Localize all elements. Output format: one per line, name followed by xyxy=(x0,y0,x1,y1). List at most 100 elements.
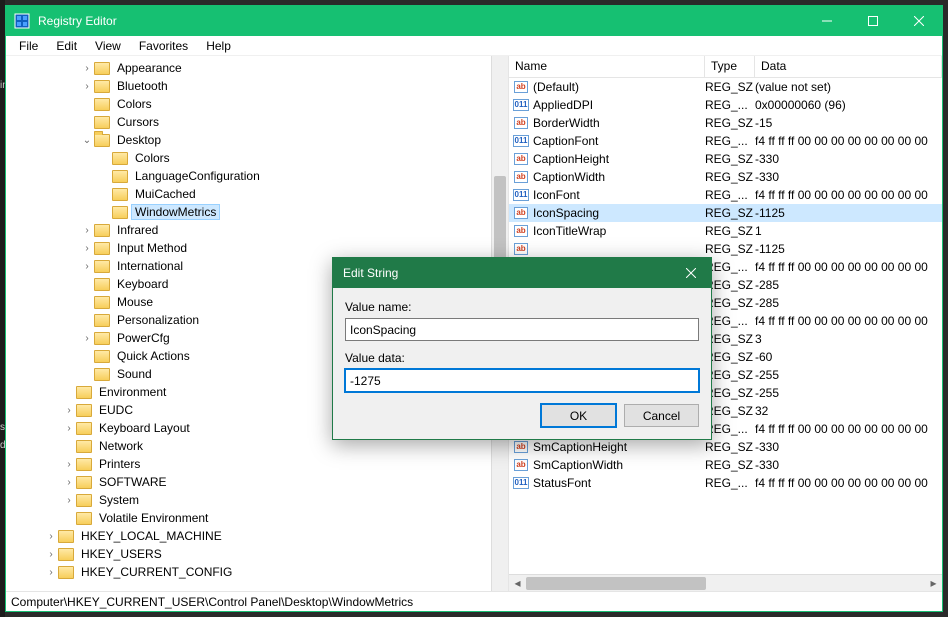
regedit-icon xyxy=(14,13,30,29)
tree-item[interactable]: ⌄Desktop xyxy=(6,131,508,149)
tree-item-label: PowerCfg xyxy=(114,331,173,345)
titlebar[interactable]: Registry Editor xyxy=(6,6,942,36)
value-data: f4 ff ff ff 00 00 00 00 00 00 00 00 xyxy=(755,260,942,274)
value-name: BorderWidth xyxy=(533,116,705,130)
chevron-right-icon[interactable]: › xyxy=(44,547,58,561)
value-type: REG_SZ xyxy=(705,224,755,238)
tree-item[interactable]: › HKEY_USERS xyxy=(6,545,508,563)
string-value-icon: ab xyxy=(513,457,529,473)
binary-value-icon: 011 xyxy=(513,97,529,113)
value-row[interactable]: abBorderWidthREG_SZ-15 xyxy=(509,114,942,132)
chevron-right-icon[interactable]: › xyxy=(80,241,94,255)
tree-item[interactable]: › Infrared xyxy=(6,221,508,239)
chevron-down-icon[interactable]: ⌄ xyxy=(80,133,94,147)
value-row[interactable]: ab(Default)REG_SZ(value not set) xyxy=(509,78,942,96)
tree-item[interactable]: ›System xyxy=(6,491,508,509)
string-value-icon: ab xyxy=(513,169,529,185)
dialog-close-button[interactable] xyxy=(671,258,711,288)
chevron-right-icon[interactable]: › xyxy=(44,565,58,579)
tree-item[interactable]: Volatile Environment xyxy=(6,509,508,527)
column-data[interactable]: Data xyxy=(755,56,942,77)
minimize-button[interactable] xyxy=(804,6,850,36)
value-type: REG_... xyxy=(705,134,755,148)
value-row[interactable]: abCaptionHeightREG_SZ-330 xyxy=(509,150,942,168)
chevron-right-icon[interactable]: › xyxy=(80,79,94,93)
chevron-right-icon[interactable]: › xyxy=(80,61,94,75)
column-type[interactable]: Type xyxy=(705,56,755,77)
value-type: REG_SZ xyxy=(705,170,755,184)
values-h-scrollbar[interactable]: ◂ ▸ xyxy=(509,574,942,591)
menu-edit[interactable]: Edit xyxy=(48,37,85,55)
scroll-right-icon[interactable]: ▸ xyxy=(925,575,942,592)
value-name: CaptionHeight xyxy=(533,152,705,166)
tree-item[interactable]: Cursors xyxy=(6,113,508,131)
cancel-button[interactable]: Cancel xyxy=(624,404,699,427)
tree-item-label: Network xyxy=(96,439,146,453)
h-scrollbar-thumb[interactable] xyxy=(526,577,706,590)
value-type: REG_SZ xyxy=(705,350,755,364)
chevron-right-icon[interactable]: › xyxy=(80,331,94,345)
value-row[interactable]: abSmCaptionHeightREG_SZ-330 xyxy=(509,438,942,456)
value-name-input[interactable] xyxy=(345,318,699,341)
value-row[interactable]: 011CaptionFontREG_...f4 ff ff ff 00 00 0… xyxy=(509,132,942,150)
maximize-button[interactable] xyxy=(850,6,896,36)
column-name[interactable]: Name xyxy=(509,56,705,77)
folder-icon xyxy=(94,350,110,363)
value-row[interactable]: 011IconFontREG_...f4 ff ff ff 00 00 00 0… xyxy=(509,186,942,204)
menu-help[interactable]: Help xyxy=(198,37,239,55)
folder-icon xyxy=(76,404,92,417)
tree-item[interactable]: ›HKEY_CURRENT_CONFIG xyxy=(6,563,508,581)
value-row[interactable]: 011StatusFontREG_...f4 ff ff ff 00 00 00… xyxy=(509,474,942,492)
tree-item[interactable]: ›Appearance xyxy=(6,59,508,77)
tree-item-label: Sound xyxy=(114,367,155,381)
menu-view[interactable]: View xyxy=(87,37,129,55)
tree-item-label: HKEY_USERS xyxy=(78,547,165,561)
value-data-input[interactable] xyxy=(345,369,699,392)
expand-placeholder xyxy=(62,511,76,525)
value-row[interactable]: abSmCaptionWidthREG_SZ-330 xyxy=(509,456,942,474)
tree-item-label: Infrared xyxy=(114,223,161,237)
chevron-right-icon[interactable]: › xyxy=(62,457,76,471)
dialog-titlebar[interactable]: Edit String xyxy=(333,258,711,288)
chevron-right-icon[interactable]: › xyxy=(62,493,76,507)
chevron-right-icon[interactable]: › xyxy=(62,475,76,489)
value-data: -255 xyxy=(755,386,942,400)
chevron-right-icon[interactable]: › xyxy=(80,259,94,273)
value-type: REG_SZ xyxy=(705,80,755,94)
value-row[interactable]: abIconTitleWrapREG_SZ1 xyxy=(509,222,942,240)
value-row[interactable]: abIconSpacingREG_SZ-1125 xyxy=(509,204,942,222)
menu-favorites[interactable]: Favorites xyxy=(131,37,196,55)
tree-item[interactable]: ›Bluetooth xyxy=(6,77,508,95)
value-row[interactable]: abCaptionWidthREG_SZ-330 xyxy=(509,168,942,186)
tree-item[interactable]: LanguageConfiguration xyxy=(6,167,508,185)
value-row[interactable]: abREG_SZ-1125 xyxy=(509,240,942,258)
expand-placeholder xyxy=(80,313,94,327)
tree-item[interactable]: ›SOFTWARE xyxy=(6,473,508,491)
folder-icon xyxy=(94,332,110,345)
tree-item[interactable]: ›HKEY_LOCAL_MACHINE xyxy=(6,527,508,545)
tree-item-label: Personalization xyxy=(114,313,202,327)
value-name: IconFont xyxy=(533,188,705,202)
tree-item-label: EUDC xyxy=(96,403,136,417)
close-button[interactable] xyxy=(896,6,942,36)
string-value-icon: ab xyxy=(513,79,529,95)
tree-item[interactable]: MuiCached xyxy=(6,185,508,203)
tree-item[interactable]: Colors xyxy=(6,95,508,113)
chevron-right-icon[interactable]: › xyxy=(44,529,58,543)
value-row[interactable]: 011AppliedDPIREG_...0x00000060 (96) xyxy=(509,96,942,114)
folder-icon xyxy=(58,548,74,561)
tree-item[interactable]: Colors xyxy=(6,149,508,167)
menu-file[interactable]: File xyxy=(11,37,46,55)
value-data: -330 xyxy=(755,152,942,166)
tree-item[interactable]: WindowMetrics xyxy=(6,203,508,221)
tree-item[interactable]: ›Input Method xyxy=(6,239,508,257)
chevron-right-icon[interactable]: › xyxy=(62,403,76,417)
expand-placeholder xyxy=(80,97,94,111)
scroll-left-icon[interactable]: ◂ xyxy=(509,575,526,592)
ok-button[interactable]: OK xyxy=(541,404,616,427)
string-value-icon: ab xyxy=(513,223,529,239)
chevron-right-icon[interactable]: › xyxy=(62,421,76,435)
tree-item-label: International xyxy=(114,259,186,273)
chevron-right-icon[interactable]: › xyxy=(80,223,94,237)
tree-item[interactable]: ›Printers xyxy=(6,455,508,473)
